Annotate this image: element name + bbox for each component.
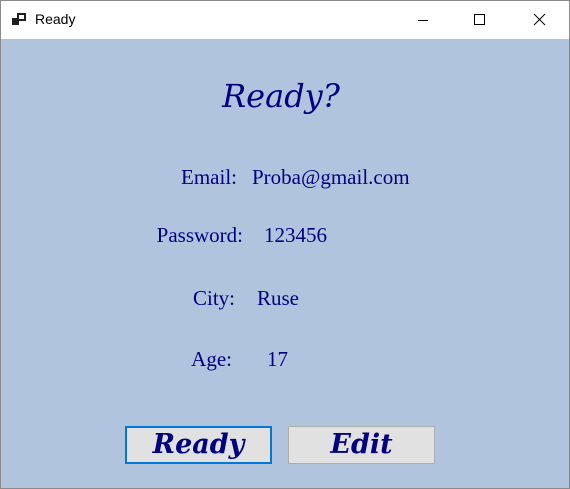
password-label: Password:	[156, 223, 243, 247]
city-value: Ruse	[257, 286, 299, 310]
maximize-button[interactable]	[451, 1, 509, 39]
maximize-icon	[474, 14, 485, 25]
close-icon	[533, 13, 546, 26]
app-form-icon	[12, 12, 28, 26]
password-value: 123456	[264, 223, 327, 247]
window-title: Ready	[35, 11, 76, 27]
minimize-icon	[418, 20, 428, 21]
email-value: Proba@gmail.com	[252, 165, 410, 189]
minimize-button[interactable]	[393, 1, 451, 39]
page-heading: Ready?	[222, 77, 340, 115]
email-label: Email:	[181, 165, 237, 189]
title-bar[interactable]: Ready	[1, 1, 569, 39]
city-label: City:	[192, 286, 235, 310]
age-label: Age:	[191, 347, 232, 371]
bottom-border	[1, 485, 569, 488]
ready-window: Ready Ready? Email: Proba@gmail.com Pass…	[0, 0, 570, 489]
age-value: 17	[267, 347, 288, 371]
edit-button[interactable]: Edit	[288, 426, 435, 464]
ready-button[interactable]: Ready	[125, 426, 272, 464]
close-button[interactable]	[511, 1, 569, 39]
